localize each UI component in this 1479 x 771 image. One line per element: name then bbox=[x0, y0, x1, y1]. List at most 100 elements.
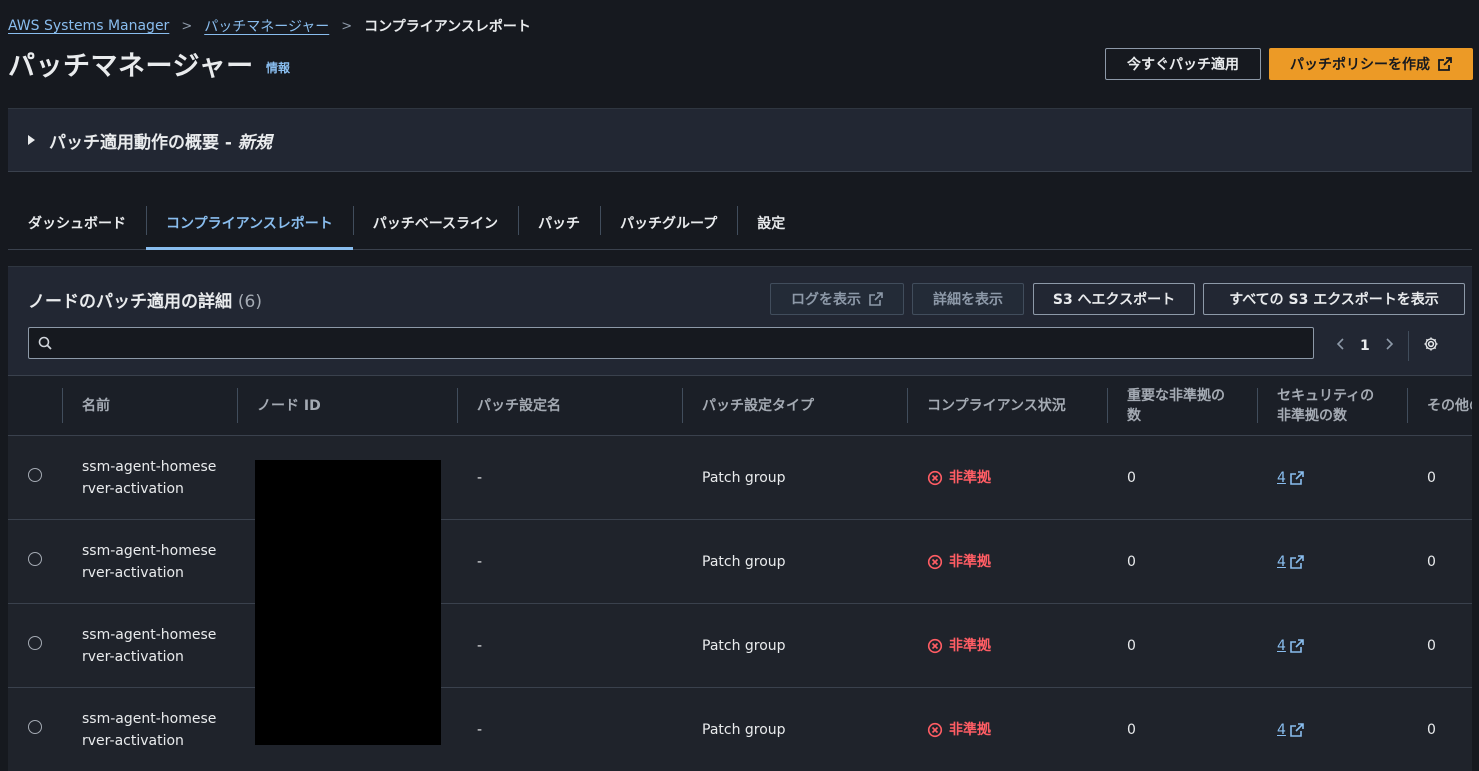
create-patch-policy-label: パッチポリシーを作成 bbox=[1290, 57, 1430, 73]
info-link[interactable]: 情報 bbox=[266, 59, 290, 76]
gear-icon[interactable] bbox=[1423, 336, 1439, 356]
security-count-link[interactable]: 4 bbox=[1277, 551, 1387, 573]
compliance-status-cell: 非準拠 bbox=[907, 603, 1107, 688]
security-count-cell: 4 bbox=[1257, 435, 1407, 520]
caret-right-icon bbox=[28, 135, 35, 145]
row-select-cell bbox=[8, 435, 62, 520]
status-badge: 非準拠 bbox=[927, 719, 1087, 741]
external-link-icon bbox=[869, 292, 883, 306]
header-security-count[interactable]: セキュリティの非準拠の数 bbox=[1257, 375, 1407, 436]
chevron-right-icon[interactable] bbox=[1384, 337, 1394, 355]
view-details-button[interactable]: 詳細を表示 bbox=[912, 283, 1024, 315]
table-row[interactable]: ssm-agent-homeserver-activation - Patch … bbox=[8, 687, 1472, 771]
breadcrumb: AWS Systems Manager > パッチマネージャー > コンプライア… bbox=[8, 16, 531, 36]
header-compliance-status[interactable]: コンプライアンス状況 bbox=[907, 375, 1107, 436]
critical-count: 0 bbox=[1107, 687, 1257, 771]
security-count-link[interactable]: 4 bbox=[1277, 719, 1387, 741]
row-radio[interactable] bbox=[28, 467, 42, 482]
error-icon bbox=[927, 470, 943, 485]
patch-now-label: 今すぐパッチ適用 bbox=[1127, 57, 1239, 73]
search-input[interactable] bbox=[63, 328, 1303, 358]
tab-patch-groups[interactable]: パッチグループ bbox=[600, 196, 737, 249]
chevron-right-icon: > bbox=[181, 18, 193, 34]
compliance-status-cell: 非準拠 bbox=[907, 687, 1107, 771]
config-name: - bbox=[457, 435, 682, 520]
view-logs-label: ログを表示 bbox=[791, 292, 861, 308]
row-select-cell bbox=[8, 687, 62, 771]
export-s3-label: S3 へエクスポート bbox=[1052, 292, 1176, 308]
config-type: Patch group bbox=[682, 603, 907, 688]
tab-compliance-report[interactable]: コンプライアンスレポート bbox=[146, 196, 353, 250]
security-count-link[interactable]: 4 bbox=[1277, 467, 1387, 489]
compliance-status-cell: 非準拠 bbox=[907, 519, 1107, 604]
tab-bar: ダッシュボード コンプライアンスレポート パッチベースライン パッチ パッチグル… bbox=[8, 196, 1472, 250]
other-count: 0 bbox=[1407, 603, 1472, 688]
header-name[interactable]: 名前 bbox=[62, 375, 237, 436]
config-name: - bbox=[457, 603, 682, 688]
tab-dashboard[interactable]: ダッシュボード bbox=[8, 196, 146, 249]
external-link-icon bbox=[1438, 57, 1452, 71]
table-row[interactable]: ssm-agent-homeserver-activation - Patch … bbox=[8, 519, 1472, 604]
breadcrumb-current: コンプライアンスレポート bbox=[364, 19, 531, 35]
create-patch-policy-button[interactable]: パッチポリシーを作成 bbox=[1269, 48, 1473, 80]
config-name: - bbox=[457, 519, 682, 604]
row-radio[interactable] bbox=[28, 719, 42, 734]
view-logs-button[interactable]: ログを表示 bbox=[770, 283, 904, 315]
item-count: (6) bbox=[237, 292, 263, 312]
search-box bbox=[28, 327, 1314, 359]
security-count-cell: 4 bbox=[1257, 603, 1407, 688]
node-name: ssm-agent-homeserver-activation bbox=[62, 603, 237, 688]
external-link-icon bbox=[1290, 470, 1304, 485]
page-number[interactable]: 1 bbox=[1360, 338, 1370, 354]
row-radio[interactable] bbox=[28, 635, 42, 650]
view-details-label: 詳細を表示 bbox=[933, 292, 1003, 308]
patch-now-button[interactable]: 今すぐパッチ適用 bbox=[1105, 48, 1261, 80]
external-link-icon bbox=[1290, 554, 1304, 569]
header-config-name[interactable]: パッチ設定名 bbox=[457, 375, 682, 436]
tab-settings[interactable]: 設定 bbox=[737, 196, 805, 249]
node-name: ssm-agent-homeserver-activation bbox=[62, 519, 237, 604]
header-node-id[interactable]: ノード ID bbox=[237, 375, 457, 436]
redacted-node-ids bbox=[255, 460, 441, 745]
header-critical-count[interactable]: 重要な非準拠の数 bbox=[1107, 375, 1257, 436]
config-name: - bbox=[457, 687, 682, 771]
table-row[interactable]: ssm-agent-homeserver-activation - Patch … bbox=[8, 603, 1472, 688]
critical-count: 0 bbox=[1107, 519, 1257, 604]
tab-patch-baselines[interactable]: パッチベースライン bbox=[352, 196, 518, 249]
header-other-count[interactable]: その他の非準拠の数 bbox=[1407, 375, 1472, 436]
breadcrumb-parent-link[interactable]: パッチマネージャー bbox=[204, 16, 329, 36]
overview-title: パッチ適用動作の概要 - 新規 bbox=[49, 132, 272, 153]
row-radio[interactable] bbox=[28, 551, 42, 566]
status-badge: 非準拠 bbox=[927, 467, 1087, 489]
config-type: Patch group bbox=[682, 435, 907, 520]
view-all-s3-exports-button[interactable]: すべての S3 エクスポートを表示 bbox=[1203, 283, 1465, 315]
external-link-icon bbox=[1290, 638, 1304, 653]
export-s3-button[interactable]: S3 へエクスポート bbox=[1033, 283, 1195, 315]
patch-overview-expander[interactable]: パッチ適用動作の概要 - 新規 bbox=[8, 108, 1472, 172]
page-title: パッチマネージャー bbox=[8, 51, 254, 82]
security-count-cell: 4 bbox=[1257, 687, 1407, 771]
row-select-cell bbox=[8, 603, 62, 688]
error-icon bbox=[927, 554, 943, 569]
pagination: 1 bbox=[1336, 331, 1439, 361]
table-row[interactable]: ssm-agent-homeserver-activation - Patch … bbox=[8, 435, 1472, 520]
critical-count: 0 bbox=[1107, 435, 1257, 520]
breadcrumb-root-link[interactable]: AWS Systems Manager bbox=[8, 18, 169, 34]
security-count-cell: 4 bbox=[1257, 519, 1407, 604]
node-name: ssm-agent-homeserver-activation bbox=[62, 435, 237, 520]
config-type: Patch group bbox=[682, 687, 907, 771]
compliance-status-cell: 非準拠 bbox=[907, 435, 1107, 520]
tab-patches[interactable]: パッチ bbox=[518, 196, 600, 249]
container-title: ノードのパッチ適用の詳細 (6) bbox=[28, 292, 263, 312]
header-select bbox=[8, 375, 62, 436]
external-link-icon bbox=[1290, 722, 1304, 737]
search-icon bbox=[38, 336, 52, 354]
header-config-type[interactable]: パッチ設定タイプ bbox=[682, 375, 907, 436]
security-count-link[interactable]: 4 bbox=[1277, 635, 1387, 657]
node-name: ssm-agent-homeserver-activation bbox=[62, 687, 237, 771]
status-badge: 非準拠 bbox=[927, 635, 1087, 657]
config-type: Patch group bbox=[682, 519, 907, 604]
chevron-left-icon[interactable] bbox=[1336, 337, 1346, 355]
row-select-cell bbox=[8, 519, 62, 604]
critical-count: 0 bbox=[1107, 603, 1257, 688]
